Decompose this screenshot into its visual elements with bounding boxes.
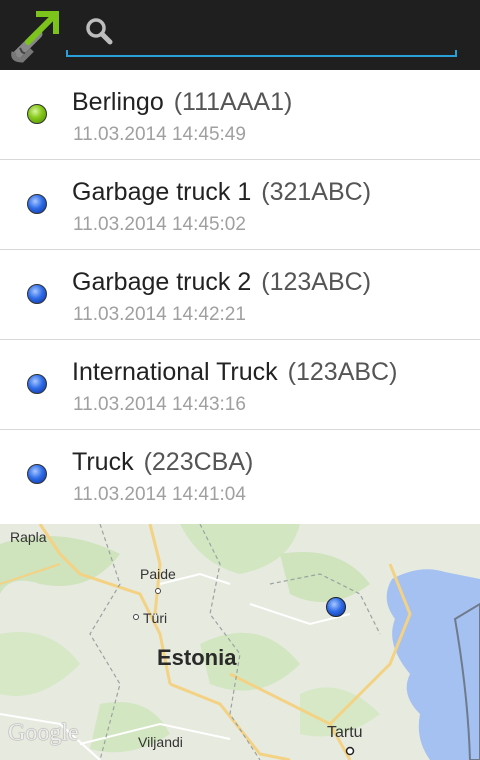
status-dot-blue-icon xyxy=(27,194,47,214)
vehicle-plate: (123ABC) xyxy=(261,268,372,296)
status-dot-blue-icon xyxy=(27,374,47,394)
vehicle-plate: (321ABC) xyxy=(261,178,372,206)
map-label-viljandi: Viljandi xyxy=(138,734,183,750)
app-logo-icon[interactable] xyxy=(8,8,64,64)
map-label-rapla: Rapla xyxy=(10,529,47,545)
map-marker-icon[interactable] xyxy=(326,597,346,617)
google-attribution: Google xyxy=(8,720,79,746)
vehicle-timestamp: 11.03.2014 14:43:16 xyxy=(73,394,246,415)
list-item[interactable]: Garbage truck 1 (321ABC) 11.03.2014 14:45… xyxy=(0,160,480,250)
vehicle-name: Berlingo xyxy=(72,88,164,116)
vehicle-name: Garbage truck 1 xyxy=(72,178,252,206)
list-item[interactable]: Berlingo (111AAA1) 11.03.2014 14:45:49 xyxy=(0,70,480,160)
vehicle-timestamp: 11.03.2014 14:42:21 xyxy=(73,304,246,325)
list-item[interactable]: International Truck (123ABC) 11.03.2014 1… xyxy=(0,340,480,430)
vehicle-timestamp: 11.03.2014 14:45:02 xyxy=(73,214,246,235)
vehicle-timestamp: 11.03.2014 14:45:49 xyxy=(73,124,246,145)
status-dot-blue-icon xyxy=(27,284,47,304)
list-item[interactable]: Truck (223CBA) 11.03.2014 14:41:04 xyxy=(0,430,480,522)
vehicle-timestamp: 11.03.2014 14:41:04 xyxy=(73,484,246,505)
map-label-estonia: Estonia xyxy=(157,645,237,670)
vehicle-name: Garbage truck 2 xyxy=(72,268,252,296)
status-dot-green-icon xyxy=(27,104,47,124)
vehicle-name: Truck xyxy=(72,448,134,476)
map-label-paide: Paide xyxy=(140,566,176,582)
vehicle-plate: (111AAA1) xyxy=(173,88,293,116)
map-view[interactable]: Rapla Paide Türi Estonia Tartu Viljandi … xyxy=(0,524,480,760)
action-bar xyxy=(0,0,480,70)
map-label-tartu: Tartu xyxy=(327,724,363,741)
map-label-turi: Türi xyxy=(143,610,168,626)
vehicle-plate: (223CBA) xyxy=(143,448,254,476)
list-item[interactable]: Garbage truck 2 (123ABC) 11.03.2014 14:42… xyxy=(0,250,480,340)
vehicle-list: Berlingo (111AAA1) 11.03.2014 14:45:49 Ga… xyxy=(0,70,480,522)
vehicle-name: International Truck xyxy=(72,358,278,386)
search-underline xyxy=(66,50,457,57)
search-input[interactable] xyxy=(66,14,456,58)
status-dot-blue-icon xyxy=(27,464,47,484)
vehicle-plate: (123ABC) xyxy=(287,358,398,386)
